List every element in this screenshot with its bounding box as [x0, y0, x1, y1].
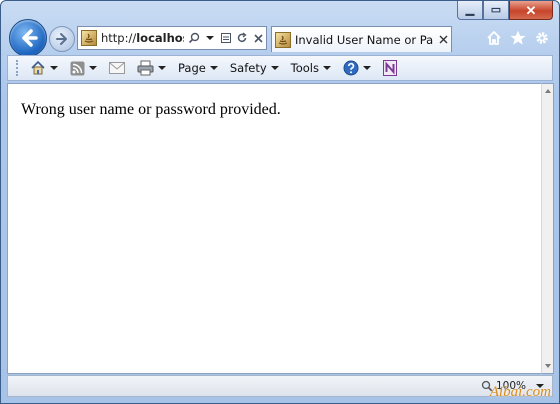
- browser-window: ▁ ▭ ✕ http://localhost:: [0, 0, 560, 404]
- maximize-button[interactable]: ▭: [483, 1, 509, 20]
- mail-button[interactable]: [106, 57, 128, 79]
- maximize-icon: ▭: [490, 3, 502, 16]
- safety-menu-label: Safety: [229, 61, 267, 75]
- chevron-down-icon: [209, 66, 218, 70]
- print-icon: [137, 60, 154, 76]
- chevron-down-icon: [270, 66, 279, 70]
- print-button[interactable]: [134, 57, 169, 79]
- page-favicon: [81, 30, 97, 46]
- help-button[interactable]: [340, 57, 374, 79]
- url-text[interactable]: http://localhost:: [101, 31, 184, 45]
- rss-feed-icon: [70, 61, 85, 75]
- tab-active[interactable]: Invalid User Name or Pass...: [271, 26, 452, 52]
- java-favicon-icon: [278, 35, 288, 45]
- scroll-down-arrow[interactable]: [542, 359, 553, 373]
- minimize-icon: ▁: [465, 3, 475, 16]
- close-icon: ✕: [525, 2, 537, 18]
- close-window-button[interactable]: ✕: [509, 1, 553, 20]
- vertical-scrollbar[interactable]: [541, 83, 554, 374]
- command-bar: Page Safety Tools: [7, 55, 553, 81]
- tools-menu-label: Tools: [290, 61, 319, 75]
- back-arrow-icon: [22, 29, 38, 47]
- status-bar: 100%: [7, 375, 553, 397]
- favorites-star-icon[interactable]: [509, 29, 527, 47]
- page-content: Wrong user name or password provided.: [7, 83, 541, 374]
- tools-gear-icon[interactable]: [533, 29, 551, 47]
- url-host: localhost:: [136, 31, 184, 45]
- search-icon[interactable]: [186, 29, 202, 47]
- tools-menu[interactable]: Tools: [288, 57, 334, 79]
- chevron-down-icon: [544, 364, 551, 368]
- compatibility-view-icon[interactable]: [218, 29, 234, 47]
- address-bar[interactable]: http://localhost:: [77, 26, 267, 50]
- tab-title: Invalid User Name or Pass...: [295, 32, 434, 47]
- home-icon: [31, 60, 45, 75]
- chevron-up-icon: [544, 89, 551, 93]
- onenote-button[interactable]: [380, 57, 400, 79]
- stop-icon[interactable]: [250, 29, 266, 47]
- onenote-icon: [382, 60, 397, 76]
- mail-icon: [109, 62, 125, 74]
- feeds-button[interactable]: [67, 57, 100, 79]
- toolbar-grip[interactable]: [16, 60, 19, 76]
- refresh-icon[interactable]: [234, 29, 250, 47]
- chevron-down-icon: [322, 66, 331, 70]
- tab-favicon: [275, 31, 291, 48]
- browser-right-icons: [485, 29, 551, 47]
- url-scheme: http://: [101, 31, 137, 45]
- page-menu[interactable]: Page: [175, 57, 221, 79]
- help-icon: [343, 60, 359, 76]
- watermark: Aibai.com: [489, 384, 551, 400]
- caption-buttons: ▁ ▭ ✕: [457, 1, 553, 21]
- home-icon[interactable]: [485, 29, 503, 47]
- safety-menu[interactable]: Safety: [227, 57, 282, 79]
- dropdown-caret-icon[interactable]: [202, 29, 218, 47]
- tab-close-icon[interactable]: [435, 32, 451, 48]
- error-message: Wrong user name or password provided.: [21, 101, 281, 118]
- page-menu-label: Page: [178, 61, 206, 75]
- forward-arrow-icon: [56, 33, 67, 45]
- minimize-button[interactable]: ▁: [457, 1, 483, 20]
- address-bar-icons: [186, 29, 266, 47]
- scroll-up-arrow[interactable]: [542, 84, 553, 98]
- forward-button[interactable]: [49, 26, 75, 52]
- java-favicon-icon: [84, 33, 94, 43]
- home-button[interactable]: [27, 57, 61, 79]
- back-button[interactable]: [9, 19, 47, 57]
